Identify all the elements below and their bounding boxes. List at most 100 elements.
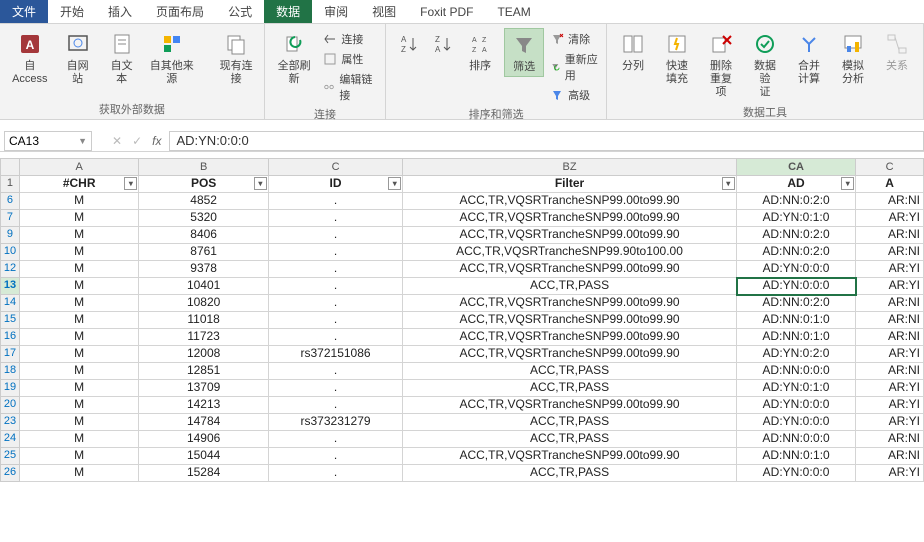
cell-ar[interactable]: AR:YI	[856, 465, 924, 482]
cell-id[interactable]: .	[269, 448, 403, 465]
menu-file[interactable]: 文件	[0, 0, 48, 23]
cell-ad[interactable]: AD:NN:0:1:0	[737, 312, 856, 329]
cell-ar[interactable]: AR:NI	[856, 448, 924, 465]
cell-id[interactable]: .	[269, 380, 403, 397]
cell-id[interactable]: .	[269, 261, 403, 278]
menu-tab-6[interactable]: 视图	[360, 0, 408, 23]
cell-filter[interactable]: ACC,TR,PASS	[403, 414, 737, 431]
btn-what-if[interactable]: 模拟分析	[833, 28, 873, 88]
cell-chr[interactable]: M	[20, 465, 139, 482]
btn-refresh-all[interactable]: 全部刷新	[271, 28, 318, 88]
cell-ar[interactable]: AR:NI	[856, 227, 924, 244]
cell-chr[interactable]: M	[20, 210, 139, 227]
cell-ar[interactable]: AR:NI	[856, 329, 924, 346]
cell-chr[interactable]: M	[20, 380, 139, 397]
col-header-C[interactable]: C	[269, 158, 403, 176]
btn-text-to-columns[interactable]: 分列	[613, 28, 653, 75]
btn-existing-conn[interactable]: 现有连接	[215, 28, 258, 88]
cell-ad[interactable]: AD:YN:0:0:0	[737, 414, 856, 431]
cell-filter[interactable]: ACC,TR,PASS	[403, 431, 737, 448]
btn-from-text[interactable]: 自文本	[102, 28, 142, 88]
col-header-B[interactable]: B	[139, 158, 268, 176]
cell-chr[interactable]: M	[20, 448, 139, 465]
cell-ar[interactable]: AR:NI	[856, 193, 924, 210]
cell-filter[interactable]: ACC,TR,VQSRTrancheSNP99.00to99.90	[403, 227, 737, 244]
cell-pos[interactable]: 10820	[139, 295, 268, 312]
cell-ad[interactable]: AD:NN:0:2:0	[737, 193, 856, 210]
filter-dropdown-filter[interactable]: ▾	[722, 177, 735, 190]
btn-from-other[interactable]: 自其他来源	[146, 28, 198, 88]
cell-pos[interactable]: 12008	[139, 346, 268, 363]
menu-tab-1[interactable]: 插入	[96, 0, 144, 23]
btn-from-web[interactable]: 自网站	[58, 28, 98, 88]
cell-ar[interactable]: AR:YI	[856, 278, 924, 295]
cell-filter[interactable]: ACC,TR,VQSRTrancheSNP99.00to99.90	[403, 448, 737, 465]
row-header[interactable]: 17	[0, 346, 20, 363]
btn-data-validation[interactable]: 数据验 证	[745, 28, 785, 102]
cell-chr[interactable]: M	[20, 261, 139, 278]
cell-filter[interactable]: ACC,TR,VQSRTrancheSNP99.00to99.90	[403, 397, 737, 414]
cell-ar[interactable]: AR:YI	[856, 397, 924, 414]
row-header[interactable]: 9	[0, 227, 20, 244]
enter-icon[interactable]: ✓	[132, 134, 142, 148]
cell-ad[interactable]: AD:YN:0:0:0	[737, 465, 856, 482]
cell-pos[interactable]: 11018	[139, 312, 268, 329]
menu-tab-7[interactable]: Foxit PDF	[408, 0, 485, 23]
cell-chr[interactable]: M	[20, 329, 139, 346]
cell-ad[interactable]: AD:YN:0:0:0	[737, 261, 856, 278]
formula-input[interactable]: AD:YN:0:0:0	[169, 131, 924, 151]
cell-chr[interactable]: M	[20, 295, 139, 312]
cell-filter[interactable]: ACC,TR,VQSRTrancheSNP99.00to99.90	[403, 193, 737, 210]
row-header[interactable]: 19	[0, 380, 20, 397]
col-header-C[interactable]: C	[856, 158, 924, 176]
cell-id[interactable]: .	[269, 465, 403, 482]
cell-id[interactable]: .	[269, 210, 403, 227]
cell-pos[interactable]: 11723	[139, 329, 268, 346]
cell-filter[interactable]: ACC,TR,VQSRTrancheSNP99.90to100.00	[403, 244, 737, 261]
cell-ad[interactable]: AD:NN:0:2:0	[737, 295, 856, 312]
cell-ad[interactable]: AD:YN:0:1:0	[737, 380, 856, 397]
btn-relationships[interactable]: 关系	[877, 28, 917, 75]
chevron-down-icon[interactable]: ▼	[78, 136, 87, 146]
cell-chr[interactable]: M	[20, 346, 139, 363]
cell-filter[interactable]: ACC,TR,PASS	[403, 278, 737, 295]
cell-ar[interactable]: AR:YI	[856, 261, 924, 278]
cell-filter[interactable]: ACC,TR,VQSRTrancheSNP99.00to99.90	[403, 346, 737, 363]
cell-id[interactable]: rs372151086	[269, 346, 403, 363]
filter-dropdown-ad[interactable]: ▾	[841, 177, 854, 190]
cell-pos[interactable]: 14784	[139, 414, 268, 431]
cell-ad[interactable]: AD:NN:0:2:0	[737, 244, 856, 261]
cell-ad[interactable]: AD:YN:0:0:0	[737, 397, 856, 414]
cell-chr[interactable]: M	[20, 363, 139, 380]
cell-chr[interactable]: M	[20, 397, 139, 414]
cell-pos[interactable]: 4852	[139, 193, 268, 210]
row-header[interactable]: 10	[0, 244, 20, 261]
row-header[interactable]: 18	[0, 363, 20, 380]
cell-ar[interactable]: AR:YI	[856, 414, 924, 431]
select-all-cell[interactable]	[0, 158, 20, 176]
cell-id[interactable]: .	[269, 363, 403, 380]
filter-dropdown-chr[interactable]: ▾	[124, 177, 137, 190]
cell-pos[interactable]: 15284	[139, 465, 268, 482]
btn-clear-filter[interactable]: 清除	[548, 30, 600, 48]
btn-edit-links[interactable]: 编辑链接	[321, 70, 379, 104]
cell-pos[interactable]: 5320	[139, 210, 268, 227]
cell-chr[interactable]: M	[20, 193, 139, 210]
name-box[interactable]: CA13▼	[4, 131, 92, 151]
row-header[interactable]: 15	[0, 312, 20, 329]
cell-ar[interactable]: AR:NI	[856, 431, 924, 448]
row-header[interactable]: 6	[0, 193, 20, 210]
cell-ar[interactable]: AR:NI	[856, 244, 924, 261]
cell-id[interactable]: .	[269, 244, 403, 261]
cell-id[interactable]: .	[269, 397, 403, 414]
row-header[interactable]: 23	[0, 414, 20, 431]
filter-dropdown-pos[interactable]: ▾	[254, 177, 267, 190]
cell-filter[interactable]: ACC,TR,PASS	[403, 380, 737, 397]
btn-from-access[interactable]: A自 Access	[6, 28, 54, 88]
cell-ad[interactable]: AD:YN:0:1:0	[737, 210, 856, 227]
row-header[interactable]: 13	[0, 278, 20, 295]
cancel-icon[interactable]: ✕	[112, 134, 122, 148]
menu-tab-0[interactable]: 开始	[48, 0, 96, 23]
cell-ar[interactable]: AR:NI	[856, 312, 924, 329]
row-header[interactable]: 26	[0, 465, 20, 482]
